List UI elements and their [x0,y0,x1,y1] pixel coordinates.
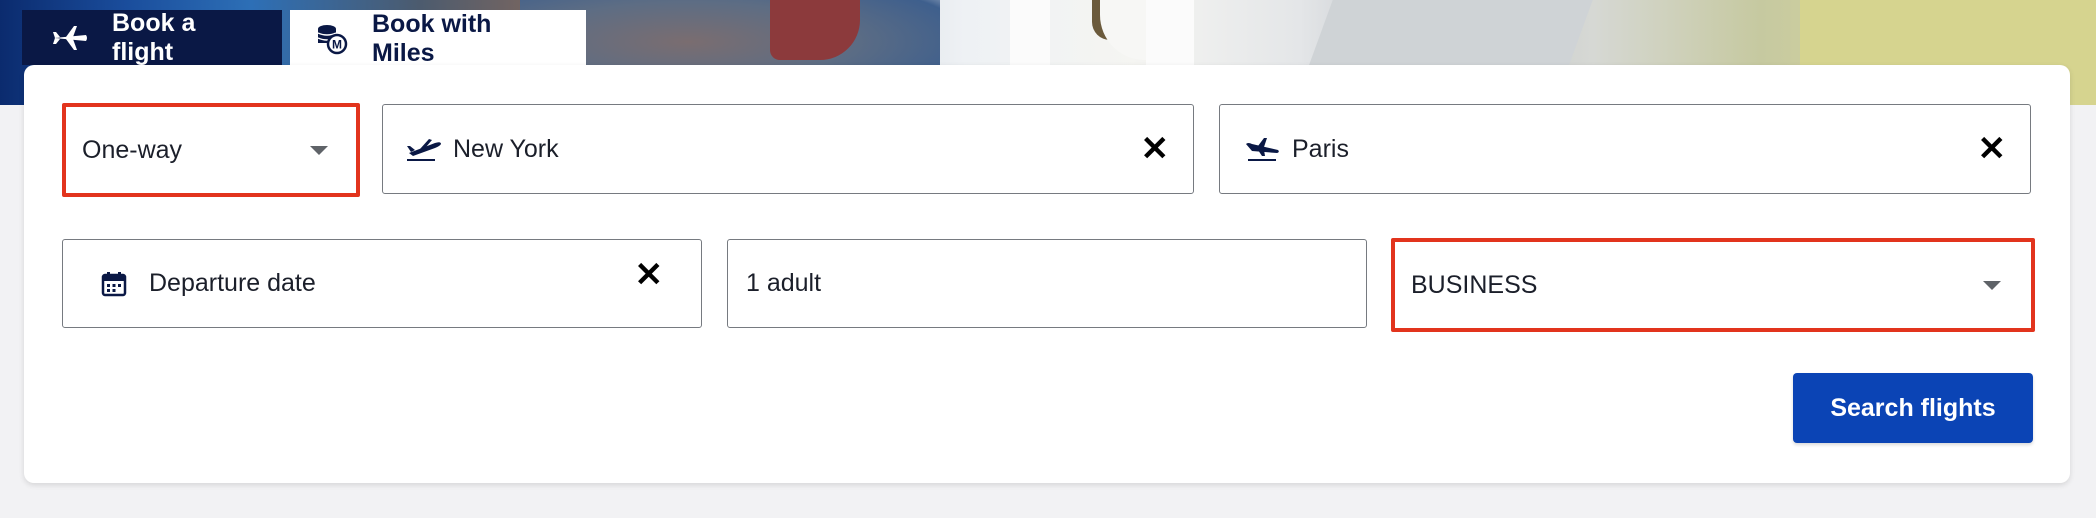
clear-origin-icon[interactable]: ✕ [1141,132,1170,166]
landing-plane-icon [1244,136,1280,162]
departure-date-field[interactable]: Departure date ✕ [62,239,702,328]
tab-book-with-miles[interactable]: M Book with Miles [290,10,586,68]
search-flights-button[interactable]: Search flights [1793,373,2033,443]
cabin-class-select[interactable]: BUSINESS [1391,238,2035,332]
takeoff-plane-icon [405,136,443,162]
airplane-icon [52,24,88,52]
passengers-value: 1 adult [746,269,822,297]
clear-destination-icon[interactable]: ✕ [1978,132,2007,166]
svg-text:M: M [332,38,342,52]
tab-book-a-flight[interactable]: Book a flight [22,8,282,66]
flight-search-form: One-way New York ✕ Paris ✕ Departure dat… [24,65,2070,483]
passengers-field[interactable]: 1 adult [727,239,1367,328]
chevron-down-icon [1983,280,2001,290]
calendar-icon [101,271,127,297]
tab-label: Book a flight [112,8,196,66]
tab-label: Book with Miles [372,10,492,67]
booking-tabs: Book a flight M Book with Miles [22,8,586,68]
trip-type-value: One-way [82,135,183,164]
clear-departure-icon[interactable]: ✕ [635,258,664,292]
chevron-down-icon [310,145,328,155]
origin-value: New York [453,134,559,163]
miles-coins-icon: M [316,23,348,55]
destination-value: Paris [1292,134,1349,163]
cabin-class-value: BUSINESS [1411,270,1538,299]
departure-date-placeholder: Departure date [149,269,316,297]
trip-type-select[interactable]: One-way [62,103,360,197]
origin-field[interactable]: New York ✕ [382,104,1194,194]
destination-field[interactable]: Paris ✕ [1219,104,2031,194]
